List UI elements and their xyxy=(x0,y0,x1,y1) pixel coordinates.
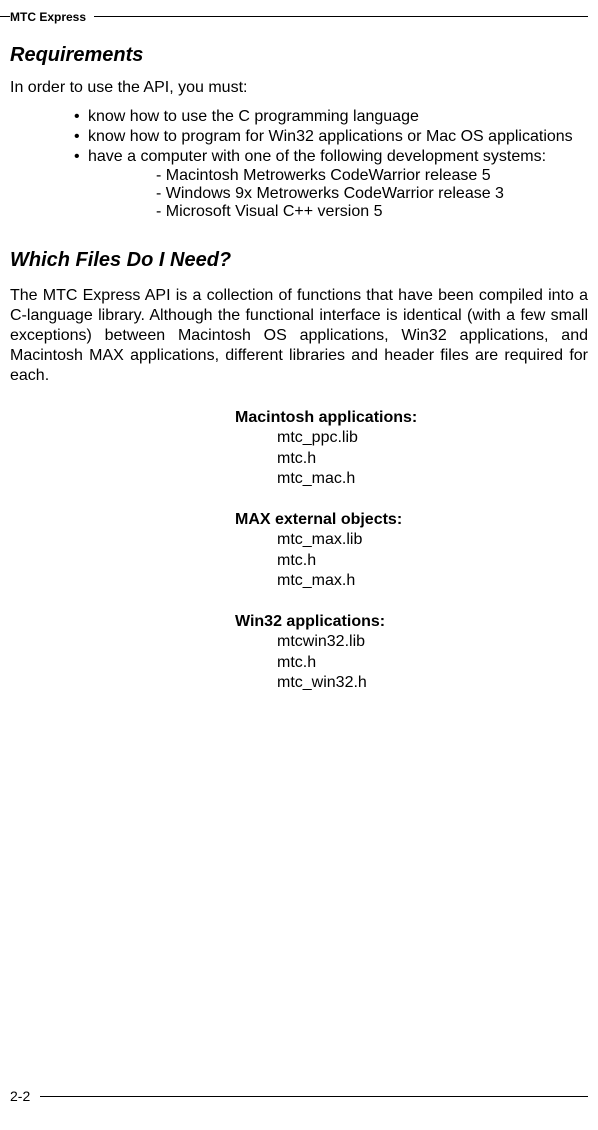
file-name: mtc_ppc.lib xyxy=(277,428,588,448)
bullet-item: have a computer with one of the followin… xyxy=(88,147,580,167)
footer: 2-2 xyxy=(10,1088,588,1106)
heading-requirements: Requirements xyxy=(10,44,588,67)
page-number: 2-2 xyxy=(10,1088,40,1104)
file-group-list: mtcwin32.lib mtc.h mtc_win32.h xyxy=(235,632,588,693)
file-group-list: mtc_max.lib mtc.h mtc_max.h xyxy=(235,530,588,591)
heading-which-files: Which Files Do I Need? xyxy=(10,249,588,272)
file-name: mtc_mac.h xyxy=(277,469,588,489)
file-name: mtcwin32.lib xyxy=(277,632,588,652)
requirements-intro: In order to use the API, you must: xyxy=(10,79,588,97)
running-head: MTC Express xyxy=(0,0,598,26)
page: MTC Express Requirements In order to use… xyxy=(0,0,598,1130)
file-name: mtc.h xyxy=(277,653,588,673)
file-name: mtc.h xyxy=(277,551,588,571)
requirements-bullets: know how to use the C programming langua… xyxy=(10,107,588,221)
bullet-item: know how to program for Win32 applicatio… xyxy=(88,127,580,147)
which-files-paragraph: The MTC Express API is a collection of f… xyxy=(10,286,588,386)
file-group-title: Win32 applications: xyxy=(235,612,588,632)
file-name: mtc_win32.h xyxy=(277,673,588,693)
file-group: Win32 applications: mtcwin32.lib mtc.h m… xyxy=(235,612,588,694)
files-block: Macintosh applications: mtc_ppc.lib mtc.… xyxy=(10,408,588,694)
file-group: MAX external objects: mtc_max.lib mtc.h … xyxy=(235,510,588,592)
content: Requirements In order to use the API, yo… xyxy=(0,44,598,694)
file-name: mtc_max.lib xyxy=(277,530,588,550)
sub-bullet-item: - Microsoft Visual C++ version 5 xyxy=(156,203,580,221)
footer-rule xyxy=(10,1096,588,1097)
bullet-item: know how to use the C programming langua… xyxy=(88,107,580,127)
file-group-list: mtc_ppc.lib mtc.h mtc_mac.h xyxy=(235,428,588,489)
sub-bullet-item: - Windows 9x Metrowerks CodeWarrior rele… xyxy=(156,185,580,203)
file-group-title: MAX external objects: xyxy=(235,510,588,530)
requirements-sub-bullets: - Macintosh Metrowerks CodeWarrior relea… xyxy=(88,167,580,221)
sub-bullet-item: - Macintosh Metrowerks CodeWarrior relea… xyxy=(156,167,580,185)
file-group: Macintosh applications: mtc_ppc.lib mtc.… xyxy=(235,408,588,490)
file-group-title: Macintosh applications: xyxy=(235,408,588,428)
running-head-text: MTC Express xyxy=(10,10,94,24)
file-name: mtc.h xyxy=(277,449,588,469)
file-name: mtc_max.h xyxy=(277,571,588,591)
